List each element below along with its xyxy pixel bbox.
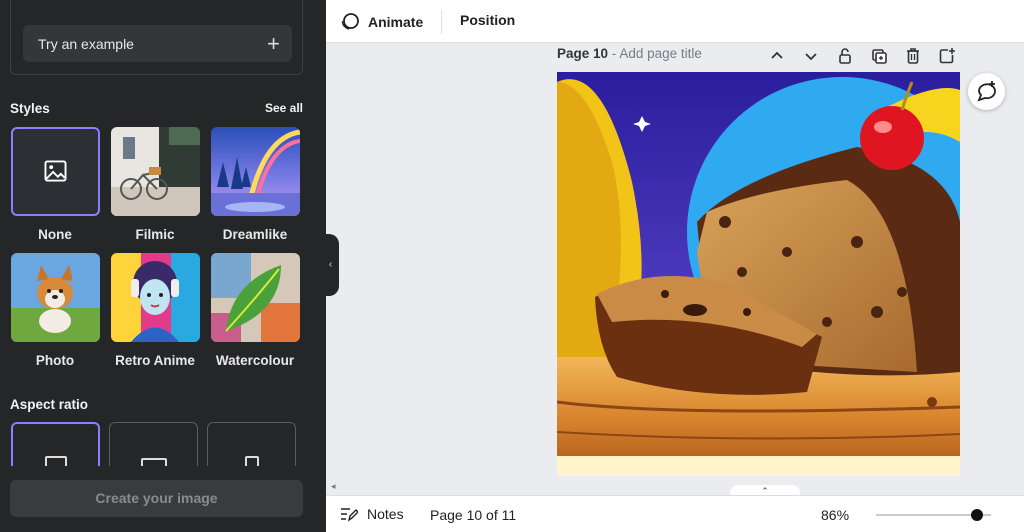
delete-page-icon[interactable] (903, 46, 923, 66)
lock-page-icon[interactable] (835, 46, 855, 66)
portrait-ratio-icon (244, 456, 259, 466)
page-name: Page 10 (557, 46, 609, 61)
try-example-button[interactable]: Try an example + (23, 25, 292, 62)
design-canvas[interactable] (557, 72, 960, 476)
style-photo-tile[interactable] (11, 253, 100, 342)
style-watercolour-tile[interactable] (211, 253, 300, 342)
banana-bread-artwork (557, 72, 960, 476)
filmic-thumbnail (111, 127, 200, 216)
plus-icon: + (267, 30, 280, 56)
dreamlike-thumbnail (211, 127, 300, 216)
notes-button[interactable]: Notes (340, 506, 404, 522)
style-filmic-tile[interactable] (111, 127, 200, 216)
create-image-button[interactable]: Create your image (10, 480, 303, 517)
image-icon (44, 160, 67, 182)
style-photo-label: Photo (35, 353, 75, 368)
page-title-separator: - (608, 46, 620, 61)
editor-footer: Notes Page 10 of 11 86% (326, 495, 1024, 532)
page-title-input[interactable]: Add page title (619, 46, 702, 61)
landscape-ratio-icon (140, 458, 167, 466)
chevron-left-icon: ‹ (328, 259, 333, 270)
aspect-square-option[interactable] (11, 422, 100, 466)
animate-icon (341, 13, 359, 30)
zoom-slider-knob[interactable] (970, 509, 983, 521)
style-dreamlike-tile[interactable] (211, 127, 300, 216)
duplicate-page-icon[interactable] (869, 46, 889, 66)
scroll-left-icon[interactable]: ◂ (331, 481, 336, 492)
zoom-level: 86% (821, 507, 850, 523)
zoom-slider[interactable] (876, 509, 991, 521)
style-retro-anime-label: Retro Anime (115, 353, 195, 368)
try-example-label: Try an example (38, 35, 134, 52)
animate-label: Animate (368, 14, 424, 30)
move-page-down-icon[interactable] (801, 46, 821, 66)
style-watercolour-label: Watercolour (215, 353, 295, 368)
retro-anime-thumbnail (111, 253, 200, 342)
style-filmic-label: Filmic (135, 227, 175, 242)
add-comment-icon (977, 81, 996, 102)
style-none-label: None (38, 227, 72, 242)
notes-icon (341, 508, 358, 522)
style-none-tile[interactable] (11, 127, 100, 216)
aspect-landscape-option[interactable] (109, 422, 198, 466)
photo-thumbnail (11, 253, 100, 342)
style-retro-anime-tile[interactable] (111, 253, 200, 342)
aspect-portrait-option[interactable] (207, 422, 296, 466)
comment-button[interactable] (968, 73, 1005, 110)
collapse-panel-handle[interactable]: ‹ (322, 234, 339, 296)
page-indicator[interactable]: Page 10 of 11 (430, 507, 516, 523)
see-all-link[interactable]: See all (265, 101, 303, 115)
position-button[interactable]: Position (460, 12, 515, 28)
prompt-box: Try an example + (10, 0, 303, 75)
page-actions (767, 46, 957, 66)
page-header: Page 10 - Add page title (557, 46, 702, 61)
styles-heading: Styles (10, 101, 50, 116)
notes-label: Notes (367, 506, 404, 522)
animate-button[interactable]: Animate (340, 12, 423, 32)
square-ratio-icon (44, 456, 67, 466)
style-dreamlike-label: Dreamlike (222, 227, 288, 242)
watercolour-thumbnail (211, 253, 300, 342)
editor-toolbar: Animate Position (326, 0, 1024, 43)
add-page-icon[interactable] (937, 46, 957, 66)
toolbar-divider (441, 10, 442, 34)
aspect-ratio-heading: Aspect ratio (10, 397, 89, 412)
side-panel: Try an example + Styles See all None Fil… (0, 0, 326, 532)
move-page-up-icon[interactable] (767, 46, 787, 66)
